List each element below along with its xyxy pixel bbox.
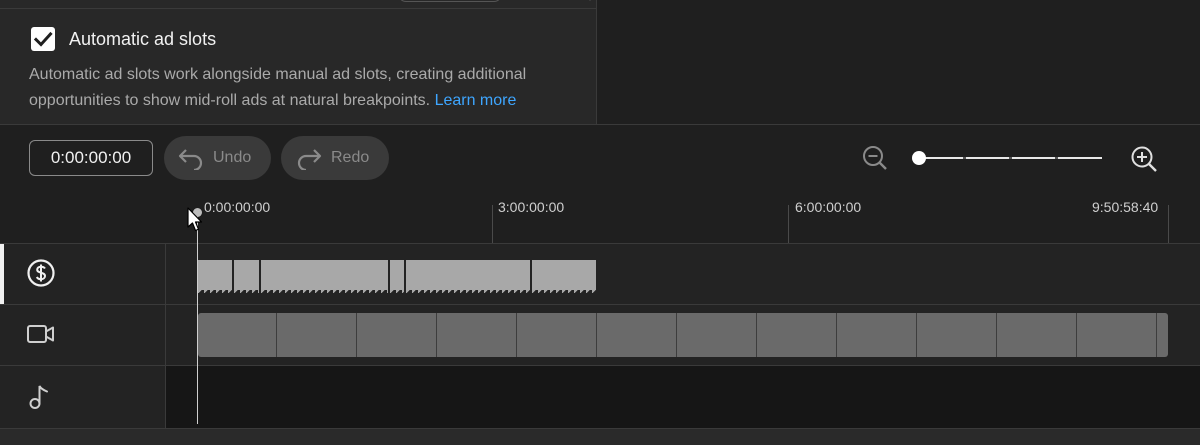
ruler-label-2: 6:00:00:00 <box>795 199 862 215</box>
timeline-toolbar: 0:00:00:00 Undo Redo <box>0 124 1200 188</box>
timeline-ruler[interactable]: 0:00:00:00 3:00:00:00 6:00:00:00 9:50:58… <box>0 188 1200 243</box>
video-frame-divider <box>436 313 437 357</box>
learn-more-link[interactable]: Learn more <box>435 92 517 109</box>
undo-label: Undo <box>213 149 252 166</box>
ad-slot-segment[interactable] <box>261 260 388 293</box>
ad-slot-segment[interactable] <box>234 260 259 293</box>
active-track-indicator <box>0 244 4 304</box>
audio-track-row[interactable] <box>0 365 1200 428</box>
music-note-icon <box>29 385 48 409</box>
redo-button[interactable]: Redo <box>281 136 389 180</box>
panel-control-partial[interactable] <box>398 0 502 2</box>
video-frame-divider <box>276 313 277 357</box>
ads-track-header[interactable] <box>0 244 166 304</box>
video-frame-divider <box>356 313 357 357</box>
video-camera-icon <box>27 325 54 343</box>
zoom-slider-tick <box>1009 157 1012 159</box>
video-track-row[interactable] <box>0 304 1200 365</box>
ad-slot-segment[interactable] <box>406 260 530 293</box>
video-frame-divider <box>996 313 997 357</box>
ads-track-row[interactable] <box>0 243 1200 304</box>
automatic-ad-slots-checkbox[interactable] <box>31 27 55 51</box>
zoom-out-icon[interactable] <box>861 144 889 172</box>
undo-arrow-icon <box>178 149 203 170</box>
playhead-line[interactable] <box>197 212 198 424</box>
audio-track-header[interactable] <box>0 366 166 428</box>
zoom-slider-tick <box>963 157 966 159</box>
ruler-tick <box>1168 205 1169 243</box>
undo-button[interactable]: Undo <box>164 136 271 180</box>
timeline-bottom-bar <box>0 428 1200 445</box>
scroll-arrow-icon[interactable]: ▾ <box>588 0 594 3</box>
zoom-slider-tick <box>1055 157 1058 159</box>
video-track-header[interactable] <box>0 305 166 365</box>
redo-arrow-icon <box>297 149 322 170</box>
editor-root: ▾ Automatic ad slots Automatic ad slots … <box>0 0 1200 445</box>
ad-slot-segment[interactable] <box>532 260 596 293</box>
panel-divider <box>0 8 596 9</box>
video-clip[interactable] <box>198 313 1168 357</box>
zoom-in-icon[interactable] <box>1129 144 1159 174</box>
ad-slot-segment[interactable] <box>390 260 404 293</box>
mouse-pointer-icon <box>187 207 203 232</box>
timecode-input[interactable]: 0:00:00:00 <box>29 140 153 176</box>
automatic-ad-slots-label: Automatic ad slots <box>69 29 217 49</box>
video-frame-divider <box>676 313 677 357</box>
ruler-tick <box>788 205 789 243</box>
video-frame-divider <box>1076 313 1077 357</box>
video-frame-divider <box>836 313 837 357</box>
ad-settings-panel: ▾ Automatic ad slots Automatic ad slots … <box>0 0 597 124</box>
video-frame-divider <box>516 313 517 357</box>
ad-slot-segment[interactable] <box>198 260 232 293</box>
zoom-slider-thumb[interactable] <box>912 151 926 165</box>
ruler-label-3: 9:50:58:40 <box>1092 199 1159 215</box>
automatic-ad-slots-description: Automatic ad slots work alongside manual… <box>29 62 569 114</box>
ruler-label-0: 0:00:00:00 <box>204 199 271 215</box>
video-frame-divider <box>916 313 917 357</box>
dollar-circle-icon <box>27 259 55 287</box>
video-frame-divider <box>756 313 757 357</box>
checkmark-icon <box>33 31 53 47</box>
video-frame-divider <box>596 313 597 357</box>
ruler-tick <box>492 205 493 243</box>
video-frame-divider <box>1156 313 1157 357</box>
zoom-slider[interactable] <box>912 148 1104 168</box>
redo-label: Redo <box>331 149 370 166</box>
ruler-label-1: 3:00:00:00 <box>498 199 565 215</box>
